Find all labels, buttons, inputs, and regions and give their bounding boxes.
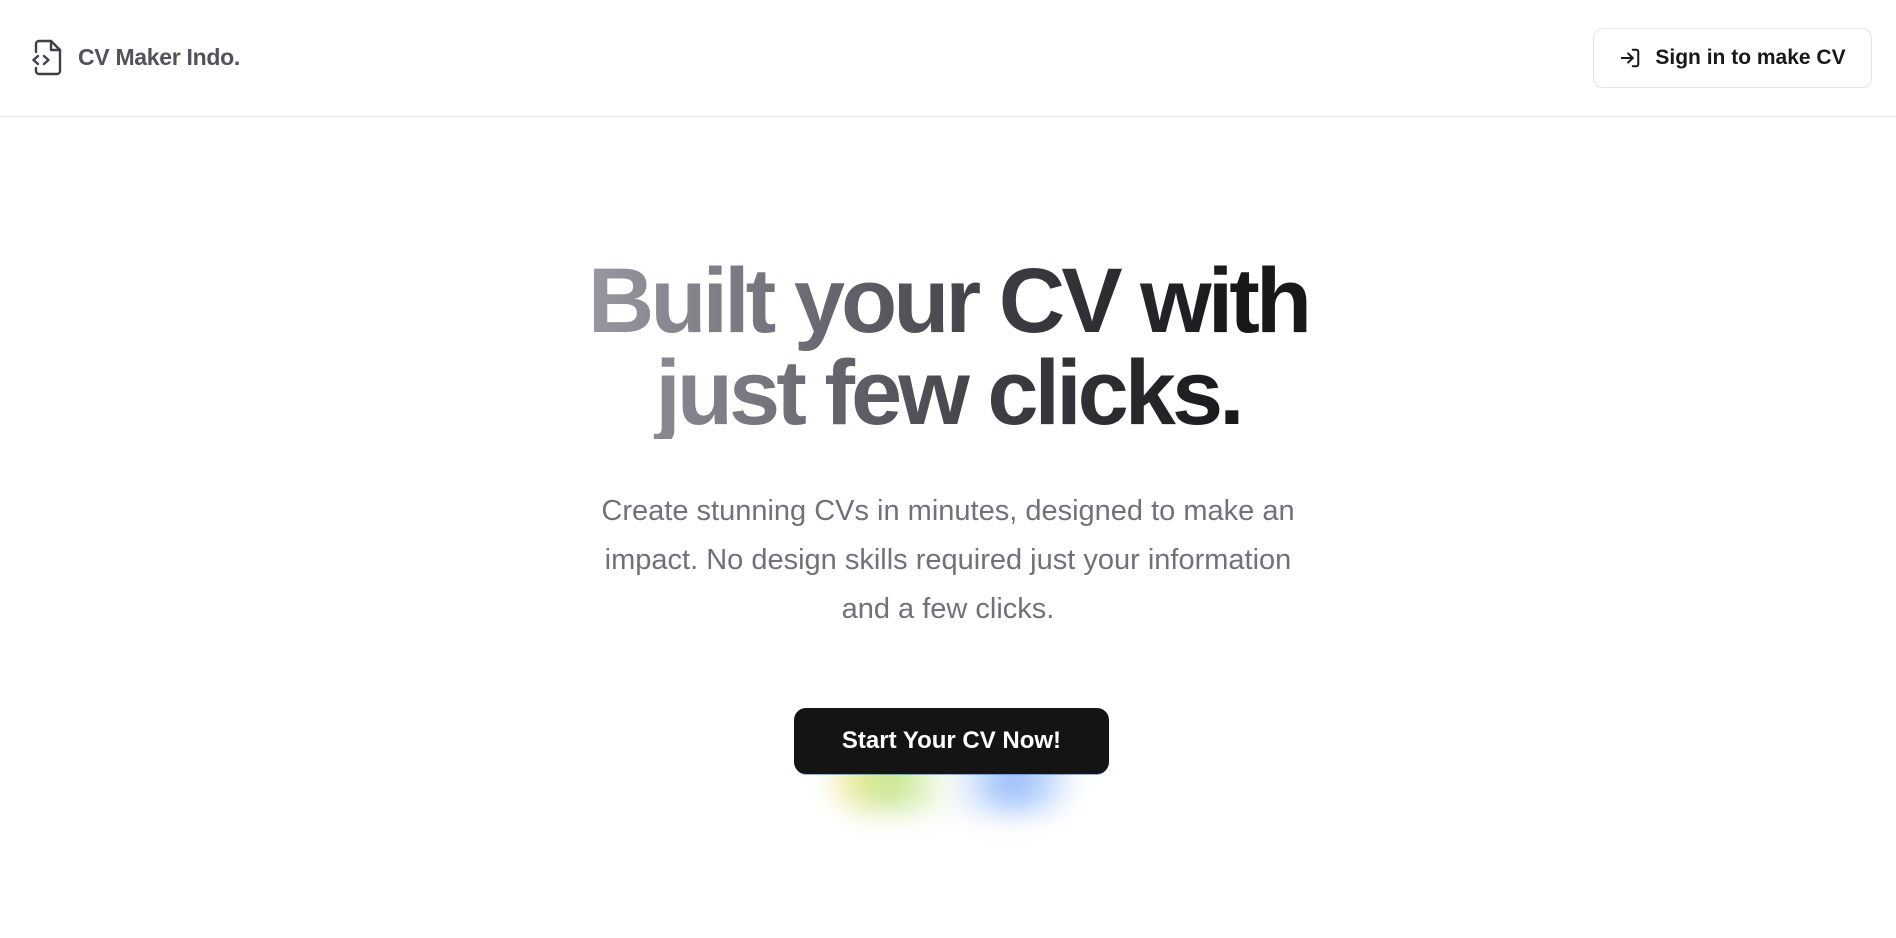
start-cv-button[interactable]: Start Your CV Now!: [794, 708, 1109, 774]
sign-in-label: Sign in to make CV: [1655, 46, 1846, 69]
sign-in-button[interactable]: Sign in to make CV: [1593, 28, 1872, 88]
brand-logo[interactable]: CV Maker Indo.: [32, 38, 240, 76]
hero-subtitle: Create stunning CVs in minutes, designed…: [601, 495, 1295, 625]
log-in-icon: [1621, 48, 1640, 68]
hero-section: Built your CV with just few clicks. Crea…: [0, 255, 1896, 634]
site-header: CV Maker Indo. Sign in to make CV: [0, 0, 1896, 117]
file-code-icon: [32, 39, 62, 76]
hero-headline: Built your CV with just few clicks.: [538, 255, 1358, 439]
brand-name: CV Maker Indo.: [78, 43, 240, 70]
start-cv-label: Start Your CV Now!: [841, 727, 1062, 754]
cta-container: Start Your CV Now!: [794, 708, 1109, 810]
